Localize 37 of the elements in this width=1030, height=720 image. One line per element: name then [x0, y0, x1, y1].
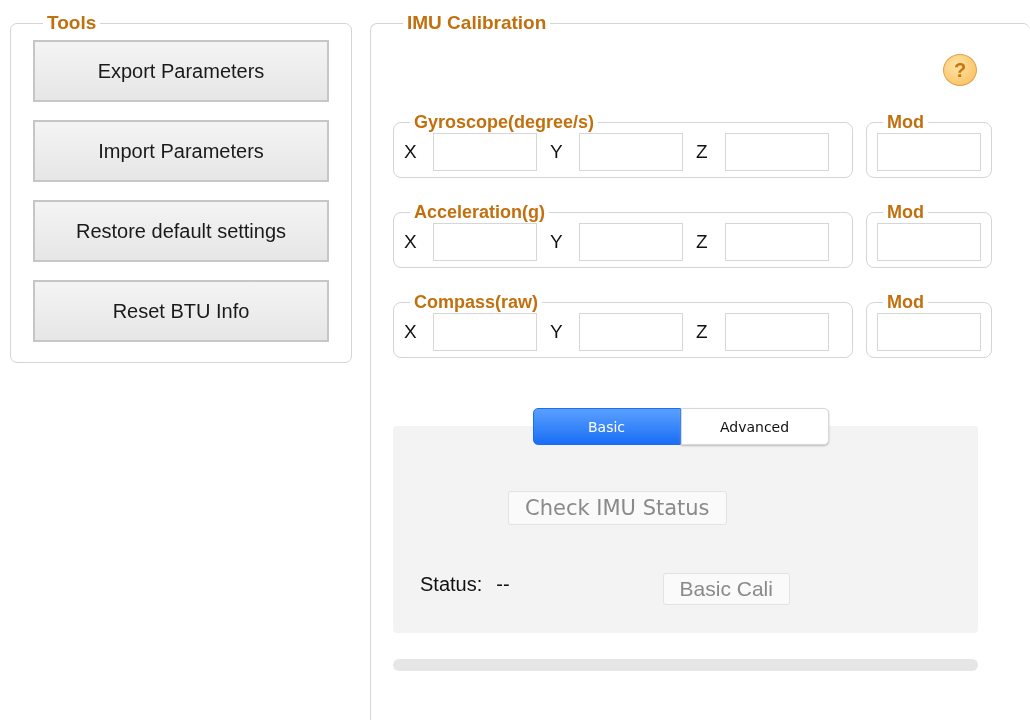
tool-button[interactable]: Import Parameters	[33, 120, 329, 182]
axis-field[interactable]	[433, 133, 537, 171]
tool-button[interactable]: Restore default settings	[33, 200, 329, 262]
axis-label: Z	[696, 231, 709, 253]
axis-label: Z	[696, 321, 709, 343]
axis-label: Y	[550, 141, 564, 163]
axis-label: Z	[696, 141, 709, 163]
tab[interactable]: Basic	[532, 408, 681, 445]
axis-label: X	[404, 141, 418, 163]
axis-label: Y	[550, 321, 564, 343]
axis-field[interactable]	[433, 313, 537, 351]
group-title: Compass(raw)	[413, 292, 540, 313]
axis-field[interactable]	[433, 223, 537, 261]
axis-field[interactable]	[579, 313, 683, 351]
group-title: Gyroscope(degree/s)	[413, 112, 596, 133]
tool-button[interactable]: Export Parameters	[33, 40, 329, 102]
status-label: Status:	[420, 572, 483, 596]
status-value: --	[496, 572, 510, 596]
tab[interactable]: Advanced	[680, 408, 829, 445]
axis-label: X	[404, 231, 418, 253]
group-title: Mod	[886, 292, 925, 313]
group-title: Mod	[886, 202, 925, 223]
mod-field[interactable]	[877, 133, 981, 171]
axis-field[interactable]	[579, 133, 683, 171]
group-title: Acceleration(g)	[413, 202, 547, 223]
axis-label: Y	[550, 231, 564, 253]
panel-title: Tools	[46, 12, 98, 34]
tool-button[interactable]: Reset BTU Info	[33, 280, 329, 342]
axis-field[interactable]	[725, 313, 829, 351]
group-title: Mod	[886, 112, 925, 133]
axis-field[interactable]	[725, 223, 829, 261]
mod-field[interactable]	[877, 223, 981, 261]
panel-title: IMU Calibration	[406, 12, 548, 34]
axis-field[interactable]	[725, 133, 829, 171]
mod-field[interactable]	[877, 313, 981, 351]
axis-label: X	[404, 321, 418, 343]
axis-field[interactable]	[579, 223, 683, 261]
